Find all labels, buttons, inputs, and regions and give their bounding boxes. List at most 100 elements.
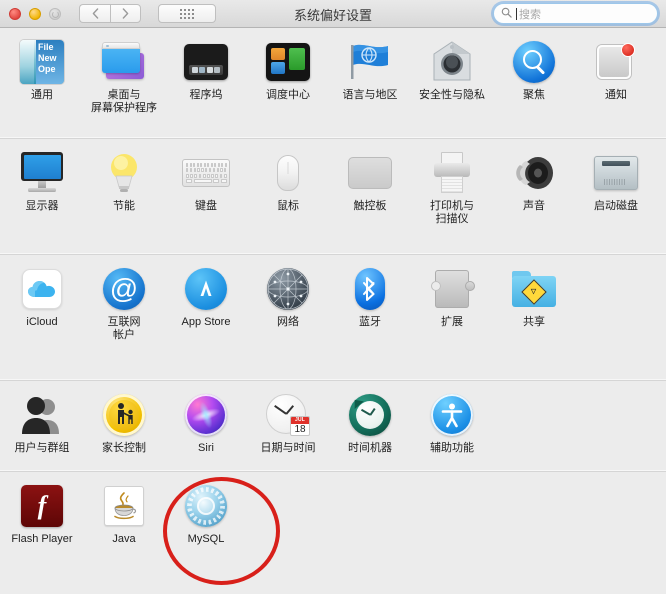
- pref-item-label: Flash Player: [11, 533, 73, 545]
- java-icon: [100, 482, 148, 530]
- pref-item-label: 键盘: [195, 200, 217, 212]
- pref-item-label: 鼠标: [277, 200, 299, 212]
- siri-icon: [182, 391, 230, 439]
- displays-icon: [18, 149, 66, 197]
- pref-item-label: 共享: [523, 316, 545, 328]
- pref-item-label: 时间机器: [348, 442, 392, 454]
- general-icon: File New Ope: [18, 38, 66, 86]
- close-button[interactable]: [9, 7, 21, 20]
- pref-item-internet-accounts[interactable]: @ 互联网 帐户: [83, 265, 165, 342]
- pref-item-icloud[interactable]: iCloud: [1, 265, 83, 342]
- pref-item-label: 声音: [523, 200, 545, 212]
- pref-item-mission-control[interactable]: 调度中心: [247, 38, 329, 115]
- pref-row-other: f Flash Player Java MySQL: [0, 471, 666, 594]
- desktop-screensaver-icon: [100, 38, 148, 86]
- search-caret: [516, 7, 517, 20]
- pref-item-flash-player[interactable]: f Flash Player: [1, 482, 83, 546]
- calendar-day: 18: [294, 424, 306, 435]
- pref-item-sound[interactable]: 声音: [493, 149, 575, 226]
- pref-row-internet: iCloud @ 互联网 帐户 App Store 网络 蓝牙 扩展 ▿ 共享: [0, 254, 666, 380]
- pref-item-label: 桌面与 屏幕保护程序: [91, 89, 157, 114]
- window-titlebar: 系统偏好设置 搜索: [0, 0, 666, 28]
- pref-item-keyboard[interactable]: 键盘: [165, 149, 247, 226]
- pref-item-security-privacy[interactable]: 安全性与隐私: [411, 38, 493, 115]
- pref-row-system: 用户与群组 家长控制 Siri JUL 18 日期与时间 时间机器 辅助功能: [0, 380, 666, 471]
- pref-item-label: MySQL: [187, 533, 225, 545]
- energy-saver-icon: [100, 149, 148, 197]
- printers-scanners-icon: [428, 149, 476, 197]
- pref-item-displays[interactable]: 显示器: [1, 149, 83, 226]
- calendar-month: JUL: [291, 417, 309, 424]
- sharing-icon: ▿: [510, 265, 558, 313]
- pref-item-label: 蓝牙: [359, 316, 381, 328]
- pref-item-label: 触控板: [353, 200, 387, 212]
- mission-control-icon: [264, 38, 312, 86]
- pref-item-label: Java: [112, 533, 136, 545]
- pref-item-label: 显示器: [25, 200, 59, 212]
- search-icon: [501, 5, 512, 23]
- dock-icon: [182, 38, 230, 86]
- pref-item-time-machine[interactable]: 时间机器: [329, 391, 411, 455]
- pref-row-hardware: 显示器 节能 键盘 鼠标 触控板 打印机与 扫描仪 声音 启动磁盘: [0, 138, 666, 254]
- trackpad-icon: [346, 149, 394, 197]
- back-button[interactable]: [79, 4, 110, 23]
- pref-item-label: 通用: [31, 89, 53, 101]
- notifications-icon: [592, 38, 640, 86]
- search-field[interactable]: 搜索: [493, 3, 658, 24]
- pref-item-sharing[interactable]: ▿ 共享: [493, 265, 575, 342]
- show-all-button[interactable]: [158, 4, 216, 23]
- pref-item-java[interactable]: Java: [83, 482, 165, 546]
- pref-item-dock[interactable]: 程序坞: [165, 38, 247, 115]
- internet-accounts-icon: @: [100, 265, 148, 313]
- pref-item-spotlight[interactable]: 聚焦: [493, 38, 575, 115]
- pref-item-extensions[interactable]: 扩展: [411, 265, 493, 342]
- network-icon: [264, 265, 312, 313]
- pref-item-label: App Store: [181, 316, 231, 328]
- bluetooth-icon: [346, 265, 394, 313]
- pref-item-printers-scanners[interactable]: 打印机与 扫描仪: [411, 149, 493, 226]
- pref-item-label: Siri: [198, 442, 214, 454]
- grid-icon: [180, 8, 194, 19]
- app-store-icon: [182, 265, 230, 313]
- time-machine-icon: [346, 391, 394, 439]
- pref-item-startup-disk[interactable]: 启动磁盘: [575, 149, 657, 226]
- pref-item-label: 日期与时间: [260, 442, 316, 454]
- pref-item-siri[interactable]: Siri: [165, 391, 247, 455]
- mouse-icon: [264, 149, 312, 197]
- chevron-right-icon: [122, 8, 129, 19]
- pref-item-bluetooth[interactable]: 蓝牙: [329, 265, 411, 342]
- pref-item-label: 通知: [605, 89, 627, 101]
- pref-item-notifications[interactable]: 通知: [575, 38, 657, 115]
- pref-item-trackpad[interactable]: 触控板: [329, 149, 411, 226]
- navigation-buttons: [79, 4, 141, 23]
- pref-item-date-time[interactable]: JUL 18 日期与时间: [247, 391, 329, 455]
- chevron-left-icon: [92, 8, 98, 19]
- pref-item-mysql[interactable]: MySQL: [165, 482, 247, 546]
- pref-row-personal: File New Ope 通用 桌面与 屏幕保护程序 程序坞 调度中心 语言与地…: [0, 28, 666, 138]
- pref-item-label: 扩展: [441, 316, 463, 328]
- pref-item-label: 安全性与隐私: [419, 89, 485, 101]
- pref-item-general[interactable]: File New Ope 通用: [1, 38, 83, 115]
- window-controls: [9, 7, 61, 20]
- pref-item-label: 用户与群组: [14, 442, 70, 454]
- keyboard-icon: [182, 149, 230, 197]
- pref-item-parental-controls[interactable]: 家长控制: [83, 391, 165, 455]
- users-groups-icon: [18, 391, 66, 439]
- pref-item-app-store[interactable]: App Store: [165, 265, 247, 342]
- pref-item-accessibility[interactable]: 辅助功能: [411, 391, 493, 455]
- security-privacy-icon: [428, 38, 476, 86]
- minimize-button[interactable]: [29, 7, 41, 20]
- pref-item-network[interactable]: 网络: [247, 265, 329, 342]
- notification-badge: [621, 43, 635, 57]
- sound-icon: [510, 149, 558, 197]
- pref-item-users-groups[interactable]: 用户与群组: [1, 391, 83, 455]
- flash-player-icon: f: [18, 482, 66, 530]
- pref-item-language-region[interactable]: 语言与地区: [329, 38, 411, 115]
- pref-item-label: 聚焦: [523, 89, 545, 101]
- pref-item-label: 网络: [277, 316, 299, 328]
- pref-item-desktop-screensaver[interactable]: 桌面与 屏幕保护程序: [83, 38, 165, 115]
- pref-item-mouse[interactable]: 鼠标: [247, 149, 329, 226]
- pref-item-energy-saver[interactable]: 节能: [83, 149, 165, 226]
- forward-button[interactable]: [110, 4, 141, 23]
- preferences-grid: File New Ope 通用 桌面与 屏幕保护程序 程序坞 调度中心 语言与地…: [0, 28, 666, 594]
